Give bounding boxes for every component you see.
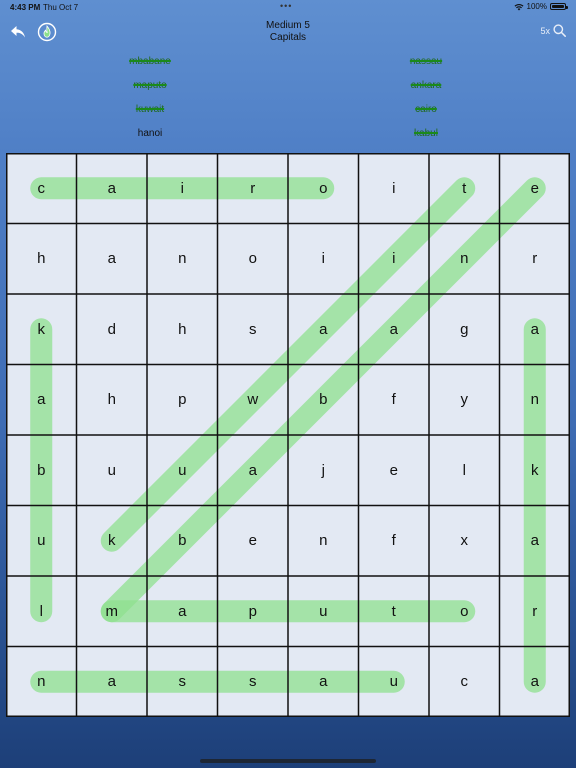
- grid-cell[interactable]: u: [288, 576, 359, 647]
- grid-cell[interactable]: c: [429, 647, 500, 718]
- word-item: kabul: [414, 128, 438, 139]
- grid-cell[interactable]: w: [218, 365, 289, 436]
- grid-cell[interactable]: g: [429, 294, 500, 365]
- grid-cell[interactable]: n: [6, 647, 77, 718]
- grid-cell[interactable]: a: [218, 435, 289, 506]
- grid-cell[interactable]: a: [147, 576, 218, 647]
- grid-cell[interactable]: n: [500, 365, 571, 436]
- word-item: cairo: [415, 104, 437, 115]
- grid-cell[interactable]: a: [288, 647, 359, 718]
- grid-cell[interactable]: h: [6, 224, 77, 295]
- grid-cell[interactable]: f: [359, 506, 430, 577]
- grid-cell[interactable]: n: [147, 224, 218, 295]
- grid-cell[interactable]: r: [500, 224, 571, 295]
- grid-cell[interactable]: k: [6, 294, 77, 365]
- word-item: ankara: [410, 80, 442, 91]
- word-item: hanoi: [137, 128, 163, 139]
- word-item: nassau: [409, 56, 443, 67]
- grid-cell[interactable]: l: [6, 576, 77, 647]
- grid-cell[interactable]: a: [500, 506, 571, 577]
- grid-cell[interactable]: u: [6, 506, 77, 577]
- grid-cell[interactable]: a: [500, 647, 571, 718]
- grid-cell[interactable]: o: [218, 224, 289, 295]
- word-item: maputo: [133, 80, 167, 91]
- magnifier-icon: [553, 24, 566, 37]
- letter-grid[interactable]: cairoitehanoiinrkdhsaagaahpwbfynbuuajelk…: [6, 153, 570, 717]
- grid-cell[interactable]: u: [147, 435, 218, 506]
- grid-cell[interactable]: b: [6, 435, 77, 506]
- grid-cell[interactable]: h: [77, 365, 148, 436]
- grid-cell[interactable]: t: [359, 576, 430, 647]
- multitasking-dots-icon[interactable]: •••: [280, 1, 292, 11]
- grid-cell[interactable]: a: [288, 294, 359, 365]
- status-time: 4:43 PM: [10, 3, 41, 12]
- grid-cell[interactable]: r: [500, 576, 571, 647]
- grid-cell[interactable]: y: [429, 365, 500, 436]
- back-arrow-icon: [11, 26, 25, 38]
- grid-cell[interactable]: k: [500, 435, 571, 506]
- grid-cell[interactable]: a: [77, 153, 148, 224]
- grid-cell[interactable]: d: [77, 294, 148, 365]
- grid-cell[interactable]: b: [147, 506, 218, 577]
- grid-cell[interactable]: i: [288, 224, 359, 295]
- grid-cell[interactable]: a: [77, 647, 148, 718]
- search-hint-button[interactable]: 5x: [540, 24, 566, 37]
- grid-cell[interactable]: k: [77, 506, 148, 577]
- grid-cell[interactable]: s: [147, 647, 218, 718]
- grid-cell[interactable]: i: [147, 153, 218, 224]
- grid-cell[interactable]: h: [147, 294, 218, 365]
- grid-cell[interactable]: a: [359, 294, 430, 365]
- wifi-icon: [514, 3, 524, 10]
- grid-cell[interactable]: u: [359, 647, 430, 718]
- grid-cell[interactable]: s: [218, 294, 289, 365]
- grid-cell[interactable]: r: [218, 153, 289, 224]
- back-button[interactable]: [8, 22, 28, 42]
- flame-icon: [37, 22, 57, 42]
- header-title: Medium 5 Capitals: [188, 20, 388, 44]
- grid-cell[interactable]: e: [359, 435, 430, 506]
- grid-cell[interactable]: u: [77, 435, 148, 506]
- word-item: kuwait: [135, 104, 165, 115]
- grid-cell[interactable]: f: [359, 365, 430, 436]
- grid-cell[interactable]: b: [288, 365, 359, 436]
- level-title: Medium 5: [266, 20, 310, 31]
- battery-icon: [550, 3, 568, 10]
- word-list: mbabane nassau maputo ankara kuwait cair…: [0, 54, 576, 146]
- grid-cell[interactable]: s: [218, 647, 289, 718]
- grid-cell[interactable]: o: [429, 576, 500, 647]
- status-right: 100%: [514, 2, 568, 11]
- grid-cell[interactable]: c: [6, 153, 77, 224]
- hint-count-label: 5x: [540, 25, 550, 36]
- grid-cell[interactable]: i: [359, 153, 430, 224]
- grid-cell[interactable]: p: [147, 365, 218, 436]
- grid-cell[interactable]: a: [77, 224, 148, 295]
- grid-cell[interactable]: t: [429, 153, 500, 224]
- grid-cell[interactable]: l: [429, 435, 500, 506]
- grid-cell[interactable]: n: [429, 224, 500, 295]
- status-date: Thu Oct 7: [43, 3, 79, 12]
- word-item: mbabane: [129, 56, 171, 67]
- battery-percent: 100%: [526, 2, 547, 11]
- grid-cell[interactable]: x: [429, 506, 500, 577]
- grid-cell[interactable]: a: [6, 365, 77, 436]
- grid-cell[interactable]: j: [288, 435, 359, 506]
- grid-cell[interactable]: m: [77, 576, 148, 647]
- status-bar: 4:43 PM Thu Oct 7 ••• 100%: [0, 0, 576, 14]
- grid-cell[interactable]: n: [288, 506, 359, 577]
- grid-cell[interactable]: e: [500, 153, 571, 224]
- hint-button[interactable]: [37, 22, 57, 42]
- grid-cell[interactable]: o: [288, 153, 359, 224]
- grid-cell[interactable]: a: [500, 294, 571, 365]
- grid-cell[interactable]: p: [218, 576, 289, 647]
- home-indicator[interactable]: [200, 759, 376, 763]
- grid-cell[interactable]: e: [218, 506, 289, 577]
- grid-cell[interactable]: i: [359, 224, 430, 295]
- category-title: Capitals: [269, 32, 307, 43]
